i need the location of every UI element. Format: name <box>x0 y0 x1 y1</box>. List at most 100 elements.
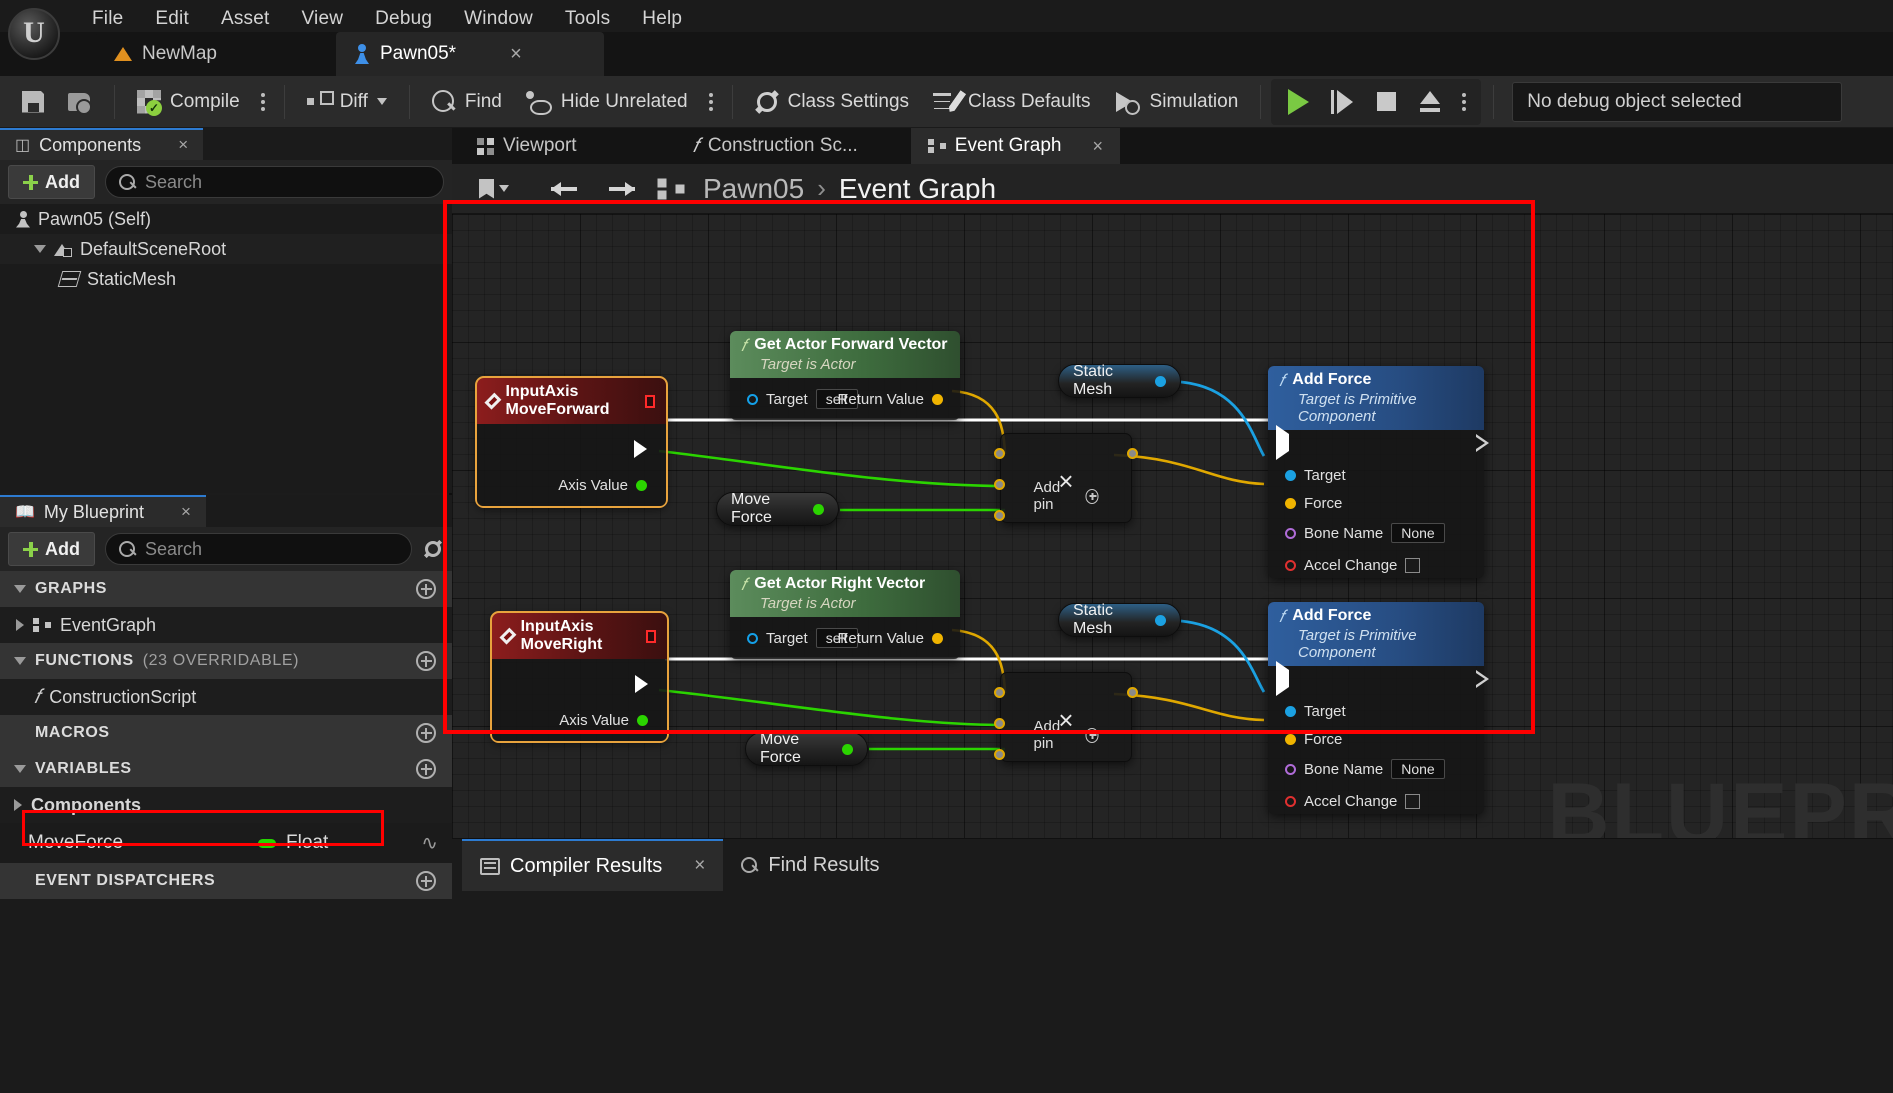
add-graph-button[interactable] <box>416 579 436 599</box>
add-function-button[interactable] <box>416 651 436 671</box>
close-icon[interactable]: × <box>1092 136 1103 157</box>
menu-tools[interactable]: Tools <box>549 4 626 34</box>
node-add-force-top[interactable]: 𝑓 Add Force Target is Primitive Componen… <box>1268 366 1484 578</box>
find-button[interactable]: Find <box>420 82 514 122</box>
node-get-move-force-bottom[interactable]: Move Force <box>745 731 868 766</box>
section-macros[interactable]: MACROS <box>0 715 452 751</box>
pin-accel-change-in[interactable]: Accel Change <box>1274 788 1431 814</box>
variable-row-moveforce[interactable]: MoveForce Float ∿ <box>0 823 452 863</box>
pin-accel-change-in[interactable]: Accel Change <box>1274 552 1431 578</box>
pin-return-value-out[interactable]: Return Value <box>827 386 954 412</box>
compile-options-kebab-icon[interactable] <box>252 92 274 111</box>
add-variable-button[interactable] <box>416 759 436 779</box>
simulation-button[interactable]: Simulation <box>1103 82 1251 122</box>
node-inputaxis-moveright[interactable]: InputAxis MoveRight Axis Value <box>490 611 669 743</box>
chevron-down-icon[interactable] <box>34 245 46 253</box>
menu-view[interactable]: View <box>286 4 360 34</box>
add-component-button[interactable]: Add <box>8 165 95 199</box>
add-blueprint-item-button[interactable]: Add <box>8 532 95 566</box>
pin-axis-value-out[interactable]: Axis Value <box>548 707 659 733</box>
accel-change-checkbox[interactable] <box>1405 793 1421 809</box>
visibility-toggle-icon[interactable]: ∿ <box>421 831 438 856</box>
node-multiply-bottom[interactable]: × Add pin <box>994 672 1138 762</box>
tab-event-graph[interactable]: Event Graph × <box>910 128 1120 164</box>
breadcrumb-root[interactable]: Pawn05 <box>703 173 804 205</box>
tab-compiler-results[interactable]: Compiler Results × <box>462 839 724 891</box>
components-search-box[interactable] <box>105 166 444 198</box>
eject-button[interactable] <box>1409 83 1451 121</box>
components-search-input[interactable] <box>145 171 430 193</box>
pin-target-in[interactable]: Target <box>1274 698 1357 724</box>
multiply-input-pin-b[interactable] <box>994 718 1005 729</box>
pin-exec-in[interactable] <box>1276 425 1289 460</box>
multiply-input-pin-a[interactable] <box>994 687 1005 698</box>
hide-unrelated-button[interactable]: Hide Unrelated <box>514 82 700 122</box>
node-multiply-top[interactable]: × Add pin <box>994 433 1138 523</box>
add-event-dispatcher-button[interactable] <box>416 871 436 891</box>
navigate-forward-button[interactable] <box>602 171 642 207</box>
bone-name-value[interactable]: None <box>1391 523 1445 543</box>
debug-object-selector[interactable]: No debug object selected <box>1512 81 1843 122</box>
close-icon[interactable]: × <box>181 502 191 522</box>
blueprint-canvas[interactable]: BLUEPR InputAxis MoveForward Axis Value … <box>452 214 1893 838</box>
pin-bone-name-in[interactable]: Bone Name None <box>1274 520 1456 546</box>
node-get-actor-forward-vector[interactable]: 𝑓 Get Actor Forward Vector Target is Act… <box>730 331 960 420</box>
menu-edit[interactable]: Edit <box>139 4 205 34</box>
node-inputaxis-moveforward[interactable]: InputAxis MoveForward Axis Value <box>475 376 668 508</box>
close-icon[interactable]: × <box>694 855 705 877</box>
pin-bone-name-in[interactable]: Bone Name None <box>1274 756 1456 782</box>
play-button[interactable] <box>1277 83 1319 121</box>
node-get-move-force-top[interactable]: Move Force <box>716 491 839 526</box>
close-icon[interactable]: × <box>510 43 522 66</box>
tab-find-results[interactable]: Find Results <box>723 839 897 891</box>
document-tab-newmap[interactable]: NewMap <box>96 32 332 76</box>
section-variables[interactable]: VARIABLES <box>0 751 452 787</box>
component-row-pawn05[interactable]: Pawn05 (Self) <box>0 204 452 234</box>
tab-my-blueprint[interactable]: 📖 My Blueprint × <box>0 495 206 527</box>
multiply-input-pin-c[interactable] <box>994 510 1005 521</box>
chevron-down-icon[interactable] <box>14 585 26 593</box>
node-get-static-mesh-top[interactable]: Static Mesh <box>1058 363 1181 398</box>
browse-button[interactable] <box>56 82 104 122</box>
myblueprint-search-box[interactable] <box>105 533 412 565</box>
unreal-logo[interactable]: U <box>8 8 60 60</box>
bone-name-value[interactable]: None <box>1391 759 1445 779</box>
navigate-back-button[interactable] <box>544 171 584 207</box>
multiply-input-pin-b[interactable] <box>994 479 1005 490</box>
diff-button[interactable]: Diff <box>295 82 399 122</box>
section-event-dispatchers[interactable]: EVENT DISPATCHERS <box>0 863 452 899</box>
hide-unrelated-kebab-icon[interactable] <box>700 92 722 111</box>
add-pin-button-top[interactable]: Add pin <box>1034 479 1099 513</box>
close-icon[interactable]: × <box>178 135 188 155</box>
variable-group-components[interactable]: Components <box>0 787 452 823</box>
class-defaults-button[interactable]: Class Defaults <box>921 82 1103 122</box>
gear-icon[interactable] <box>422 538 444 560</box>
tab-viewport[interactable]: Viewport <box>460 128 594 164</box>
chevron-right-icon[interactable] <box>16 619 24 631</box>
chevron-down-icon[interactable] <box>14 765 26 773</box>
chevron-down-icon[interactable] <box>14 657 26 665</box>
multiply-output-pin[interactable] <box>1127 448 1138 459</box>
tab-construction-script[interactable]: 𝑓 Construction Sc... <box>676 128 875 164</box>
pin-return-value-out[interactable]: Return Value <box>827 625 954 651</box>
section-functions[interactable]: FUNCTIONS (23 OVERRIDABLE) <box>0 643 452 679</box>
menu-debug[interactable]: Debug <box>359 4 448 34</box>
accel-change-checkbox[interactable] <box>1405 557 1421 573</box>
delete-event-icon[interactable] <box>644 394 655 408</box>
component-row-defaultsceneroot[interactable]: DefaultSceneRoot <box>0 234 452 264</box>
node-get-actor-right-vector[interactable]: 𝑓 Get Actor Right Vector Target is Actor… <box>730 570 960 659</box>
multiply-input-pin-a[interactable] <box>994 448 1005 459</box>
pin-exec-out[interactable] <box>623 436 658 462</box>
save-button[interactable] <box>10 82 56 122</box>
add-macro-button[interactable] <box>416 723 436 743</box>
add-pin-button-bottom[interactable]: Add pin <box>1034 718 1099 752</box>
component-row-staticmesh[interactable]: StaticMesh <box>0 264 452 294</box>
bookmark-button[interactable] <box>466 171 522 207</box>
menu-window[interactable]: Window <box>448 4 549 34</box>
step-button[interactable] <box>1321 83 1363 121</box>
menu-file[interactable]: File <box>76 4 139 34</box>
pin-exec-in[interactable] <box>1276 661 1289 696</box>
menu-asset[interactable]: Asset <box>205 4 286 34</box>
section-graphs[interactable]: GRAPHS <box>0 571 452 607</box>
class-settings-button[interactable]: Class Settings <box>743 82 921 122</box>
